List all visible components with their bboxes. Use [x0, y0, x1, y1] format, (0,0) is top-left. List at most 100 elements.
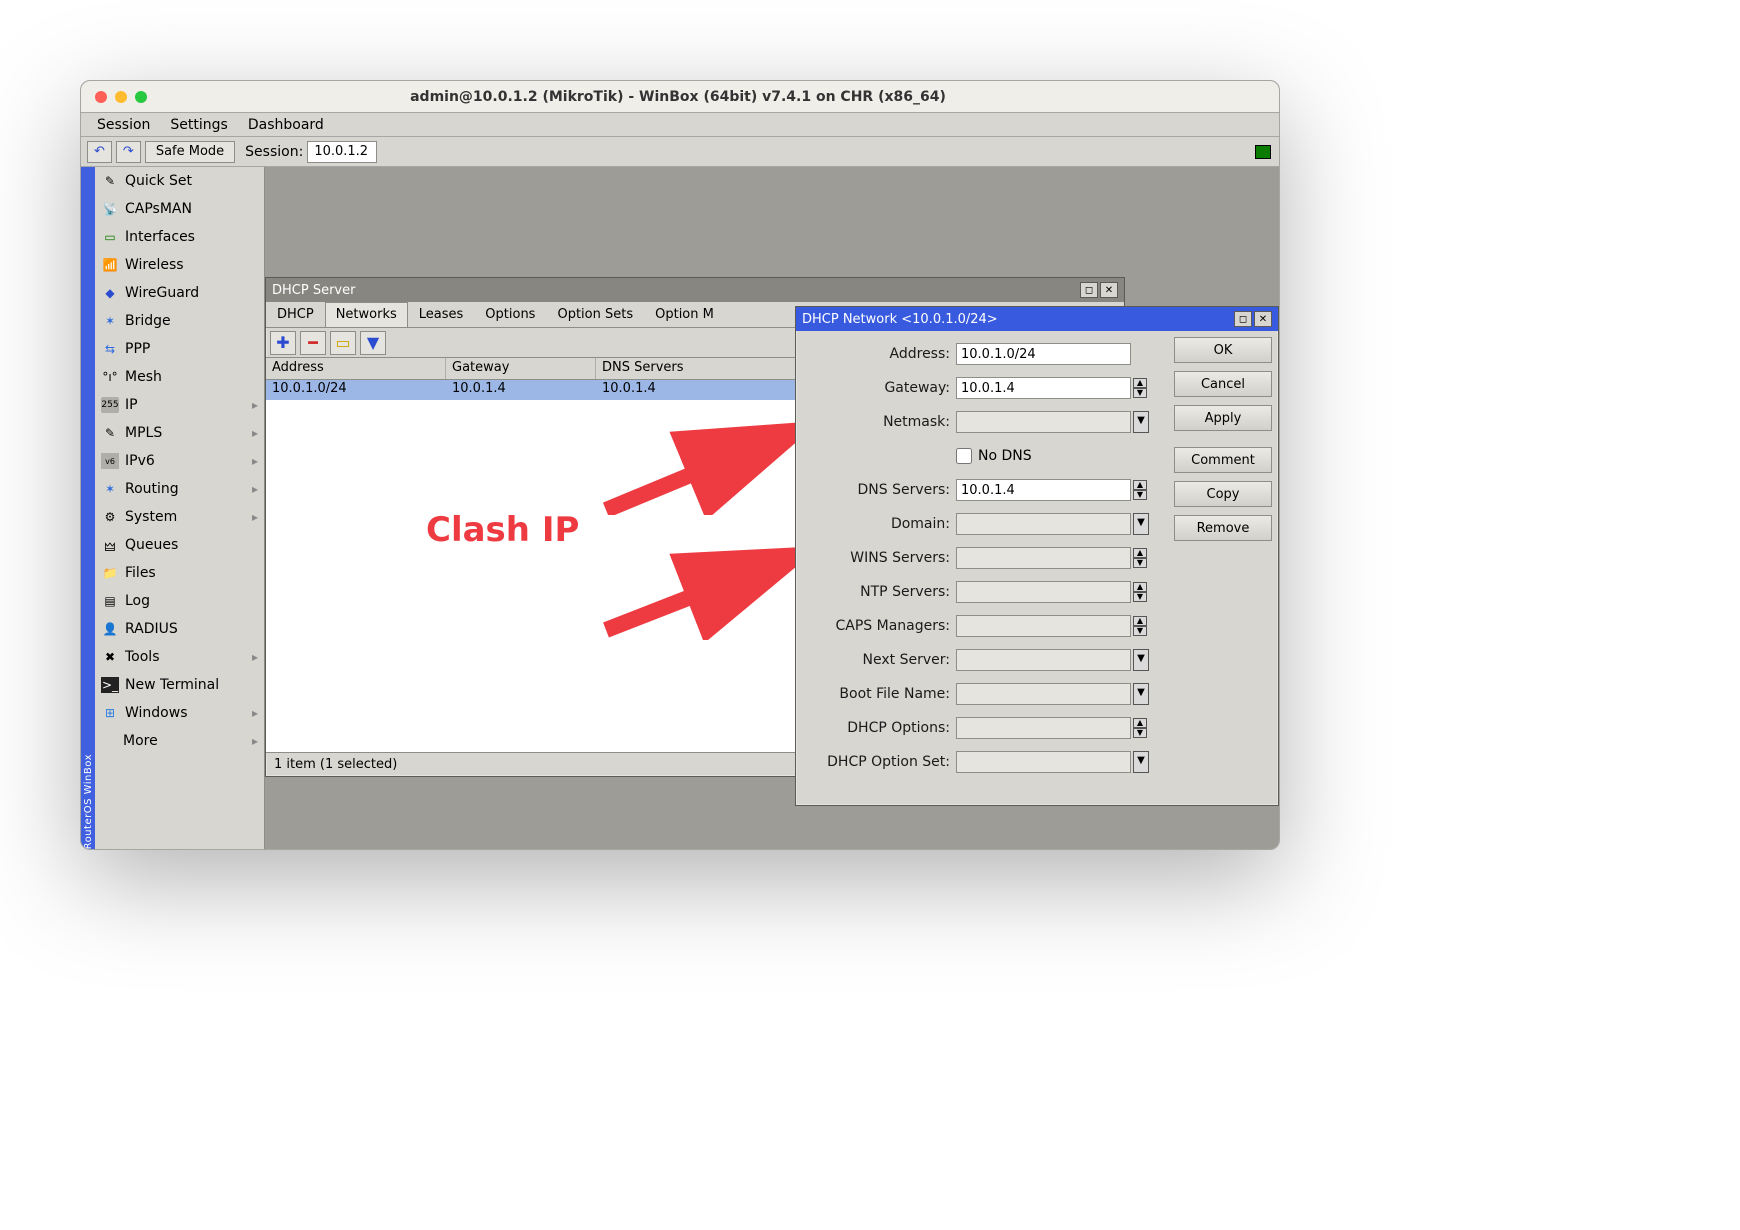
spinner-icon[interactable]: ▲▼	[1133, 378, 1147, 398]
dropdown-icon[interactable]: ▼	[1133, 411, 1149, 433]
sidebar-item-wireless[interactable]: 📶Wireless	[95, 251, 264, 279]
dhcp-network-titlebar[interactable]: DHCP Network <10.0.1.0/24> ◻ ✕	[796, 307, 1278, 331]
dropdown-icon[interactable]: ▼	[1133, 513, 1149, 535]
sidebar-item-ppp[interactable]: ⇆PPP	[95, 335, 264, 363]
copy-button[interactable]: Copy	[1174, 481, 1272, 507]
wand-icon: ✎	[101, 173, 119, 189]
spinner-icon[interactable]: ▲▼	[1133, 616, 1147, 636]
toolbar: ↶ ↷ Safe Mode Session: 10.0.1.2	[81, 137, 1279, 167]
netmask-input[interactable]	[956, 411, 1131, 433]
zoom-window-button[interactable]	[135, 91, 147, 103]
menu-settings[interactable]: Settings	[160, 117, 237, 133]
sidebar-item-files[interactable]: 📁Files	[95, 559, 264, 587]
chevron-right-icon: ▸	[252, 426, 258, 440]
col-address[interactable]: Address	[266, 358, 446, 379]
boot-file-input[interactable]	[956, 683, 1131, 705]
spinner-icon[interactable]: ▲▼	[1133, 718, 1147, 738]
dropdown-icon[interactable]: ▼	[1133, 649, 1149, 671]
spinner-icon[interactable]: ▲▼	[1133, 582, 1147, 602]
tab-dhcp[interactable]: DHCP	[266, 302, 325, 327]
spinner-icon[interactable]: ▲▼	[1133, 548, 1147, 568]
dhcp-network-window: DHCP Network <10.0.1.0/24> ◻ ✕ Address: …	[795, 306, 1279, 806]
label-opts: DHCP Options:	[806, 720, 956, 736]
close-window-button[interactable]	[95, 91, 107, 103]
sidebar-item-new-terminal[interactable]: >_New Terminal	[95, 671, 264, 699]
dhcp-option-set-input[interactable]	[956, 751, 1131, 773]
sidebar-item-more[interactable]: More▸	[95, 727, 264, 755]
caps-input[interactable]	[956, 615, 1131, 637]
spinner-icon[interactable]: ▲▼	[1133, 480, 1147, 500]
label-optset: DHCP Option Set:	[806, 754, 956, 770]
tab-option-sets[interactable]: Option Sets	[546, 302, 644, 327]
sidebar-item-interfaces[interactable]: ▭Interfaces	[95, 223, 264, 251]
tab-option-matcher[interactable]: Option M	[644, 302, 725, 327]
chevron-right-icon: ▸	[252, 482, 258, 496]
sidebar-item-quick-set[interactable]: ✎ Quick Set	[95, 167, 264, 195]
safe-mode-button[interactable]: Safe Mode	[145, 141, 235, 163]
radius-icon: 👤	[101, 621, 119, 637]
session-label: Session:	[239, 144, 307, 160]
ntp-input[interactable]	[956, 581, 1131, 603]
menu-session[interactable]: Session	[87, 117, 160, 133]
tab-options[interactable]: Options	[474, 302, 546, 327]
dhcp-options-input[interactable]	[956, 717, 1131, 739]
dropdown-icon[interactable]: ▼	[1133, 751, 1149, 773]
ok-button[interactable]: OK	[1174, 337, 1272, 363]
add-button[interactable]: ✚	[270, 331, 296, 355]
domain-input[interactable]	[956, 513, 1131, 535]
dropdown-icon[interactable]: ▼	[1133, 683, 1149, 705]
wins-input[interactable]	[956, 547, 1131, 569]
sidebar-item-routing[interactable]: ✶Routing▸	[95, 475, 264, 503]
minimize-window-button[interactable]	[115, 91, 127, 103]
dns-servers-input[interactable]	[956, 479, 1131, 501]
tab-networks[interactable]: Networks	[325, 302, 408, 327]
sidebar-item-ip[interactable]: 255IP▸	[95, 391, 264, 419]
menu-dashboard[interactable]: Dashboard	[238, 117, 334, 133]
filter-button[interactable]: ▼	[360, 331, 386, 355]
maximize-icon[interactable]: ◻	[1234, 311, 1252, 327]
menubar: Session Settings Dashboard	[81, 113, 1279, 137]
dhcp-server-titlebar[interactable]: DHCP Server ◻ ✕	[266, 278, 1124, 302]
sidebar-item-label: New Terminal	[125, 677, 219, 693]
no-dns-checkbox[interactable]	[956, 448, 972, 464]
address-input[interactable]	[956, 343, 1131, 365]
sidebar-item-mesh[interactable]: °ı°Mesh	[95, 363, 264, 391]
apply-button[interactable]: Apply	[1174, 405, 1272, 431]
sidebar-item-ipv6[interactable]: v6IPv6▸	[95, 447, 264, 475]
close-icon[interactable]: ✕	[1100, 282, 1118, 298]
next-server-input[interactable]	[956, 649, 1131, 671]
maximize-icon[interactable]: ◻	[1080, 282, 1098, 298]
comment-button[interactable]: Comment	[1174, 447, 1272, 473]
sidebar-item-wireguard[interactable]: ◆WireGuard	[95, 279, 264, 307]
sidebar-item-label: RADIUS	[125, 621, 178, 637]
sidebar-item-capsman[interactable]: 📡CAPsMAN	[95, 195, 264, 223]
sidebar-item-system[interactable]: ⚙System▸	[95, 503, 264, 531]
sidebar-item-queues[interactable]: 🜲Queues	[95, 531, 264, 559]
sidebar-item-windows[interactable]: ⊞Windows▸	[95, 699, 264, 727]
sidebar-item-label: Queues	[125, 537, 178, 553]
sidebar-item-label: Quick Set	[125, 173, 192, 189]
session-address[interactable]: 10.0.1.2	[307, 141, 377, 163]
sidebar-item-bridge[interactable]: ✶Bridge	[95, 307, 264, 335]
sidebar-item-label: IPv6	[125, 453, 155, 469]
close-icon[interactable]: ✕	[1254, 311, 1272, 327]
sidebar-item-tools[interactable]: ✖Tools▸	[95, 643, 264, 671]
remove-button[interactable]: ━	[300, 331, 326, 355]
col-gateway[interactable]: Gateway	[446, 358, 596, 379]
sidebar-item-log[interactable]: ▤Log	[95, 587, 264, 615]
chevron-right-icon: ▸	[252, 650, 258, 664]
redo-button[interactable]: ↷	[116, 141, 141, 163]
chevron-right-icon: ▸	[252, 734, 258, 748]
label-boot: Boot File Name:	[806, 686, 956, 702]
sidebar-item-mpls[interactable]: ✎MPLS▸	[95, 419, 264, 447]
comment-button[interactable]: ▭	[330, 331, 356, 355]
connection-status-icon	[1255, 145, 1271, 159]
remove-button[interactable]: Remove	[1174, 515, 1272, 541]
undo-button[interactable]: ↶	[87, 141, 112, 163]
gateway-input[interactable]	[956, 377, 1131, 399]
tab-leases[interactable]: Leases	[408, 302, 475, 327]
cancel-button[interactable]: Cancel	[1174, 371, 1272, 397]
sidebar-item-radius[interactable]: 👤 RADIUS	[95, 615, 264, 643]
tools-icon: ✖	[101, 649, 119, 665]
antenna-icon: 📡	[101, 201, 119, 217]
